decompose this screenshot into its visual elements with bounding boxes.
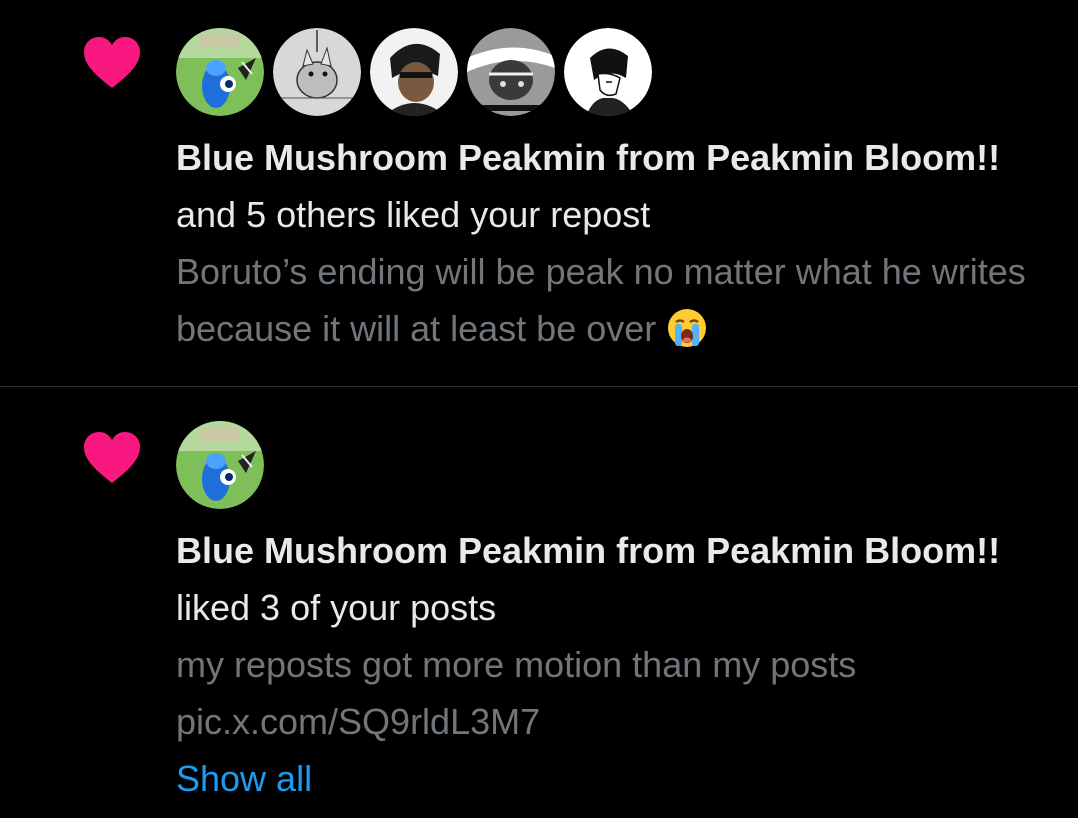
heart-icon — [84, 37, 140, 88]
avatar-blue-mushroom-peakmin[interactable] — [176, 421, 264, 509]
heart-icon — [84, 432, 140, 483]
avatar-blue-mushroom-peakmin[interactable] — [176, 28, 264, 116]
post-preview[interactable]: Boruto’s ending will be peak no matter w… — [176, 243, 1036, 357]
post-preview-link[interactable]: pic.x.com/SQ9rldL3M7 — [176, 693, 1036, 750]
notification-item[interactable]: Blue Mushroom Peakmin from Peakmin Bloom… — [0, 0, 1078, 387]
post-preview-text: Boruto’s ending will be peak no matter w… — [176, 251, 1026, 349]
notifications-feed: Blue Mushroom Peakmin from Peakmin Bloom… — [0, 0, 1078, 818]
actor-name[interactable]: Blue Mushroom Peakmin from Peakmin Bloom… — [176, 530, 1000, 571]
post-preview-text[interactable]: my reposts got more motion than my posts — [176, 636, 1036, 693]
avatar-group — [176, 28, 652, 116]
notification-action: and 5 others liked your repost — [176, 194, 651, 235]
avatar-bw-manga-boy[interactable] — [564, 28, 652, 116]
notification-text: Blue Mushroom Peakmin from Peakmin Bloom… — [176, 522, 1036, 807]
notification-text: Blue Mushroom Peakmin from Peakmin Bloom… — [176, 129, 1036, 357]
avatar-bw-manga-character[interactable] — [467, 28, 555, 116]
loudly-crying-face-icon — [668, 309, 707, 347]
notification-item[interactable]: Blue Mushroom Peakmin from Peakmin Bloom… — [0, 388, 1078, 818]
avatar-bw-manga-man[interactable] — [370, 28, 458, 116]
actor-name[interactable]: Blue Mushroom Peakmin from Peakmin Bloom… — [176, 137, 1000, 178]
avatar-bw-sketch-creature[interactable] — [273, 28, 361, 116]
avatar-group — [176, 421, 264, 509]
show-all-link[interactable]: Show all — [176, 750, 1036, 807]
notification-action: liked 3 of your posts — [176, 587, 497, 628]
